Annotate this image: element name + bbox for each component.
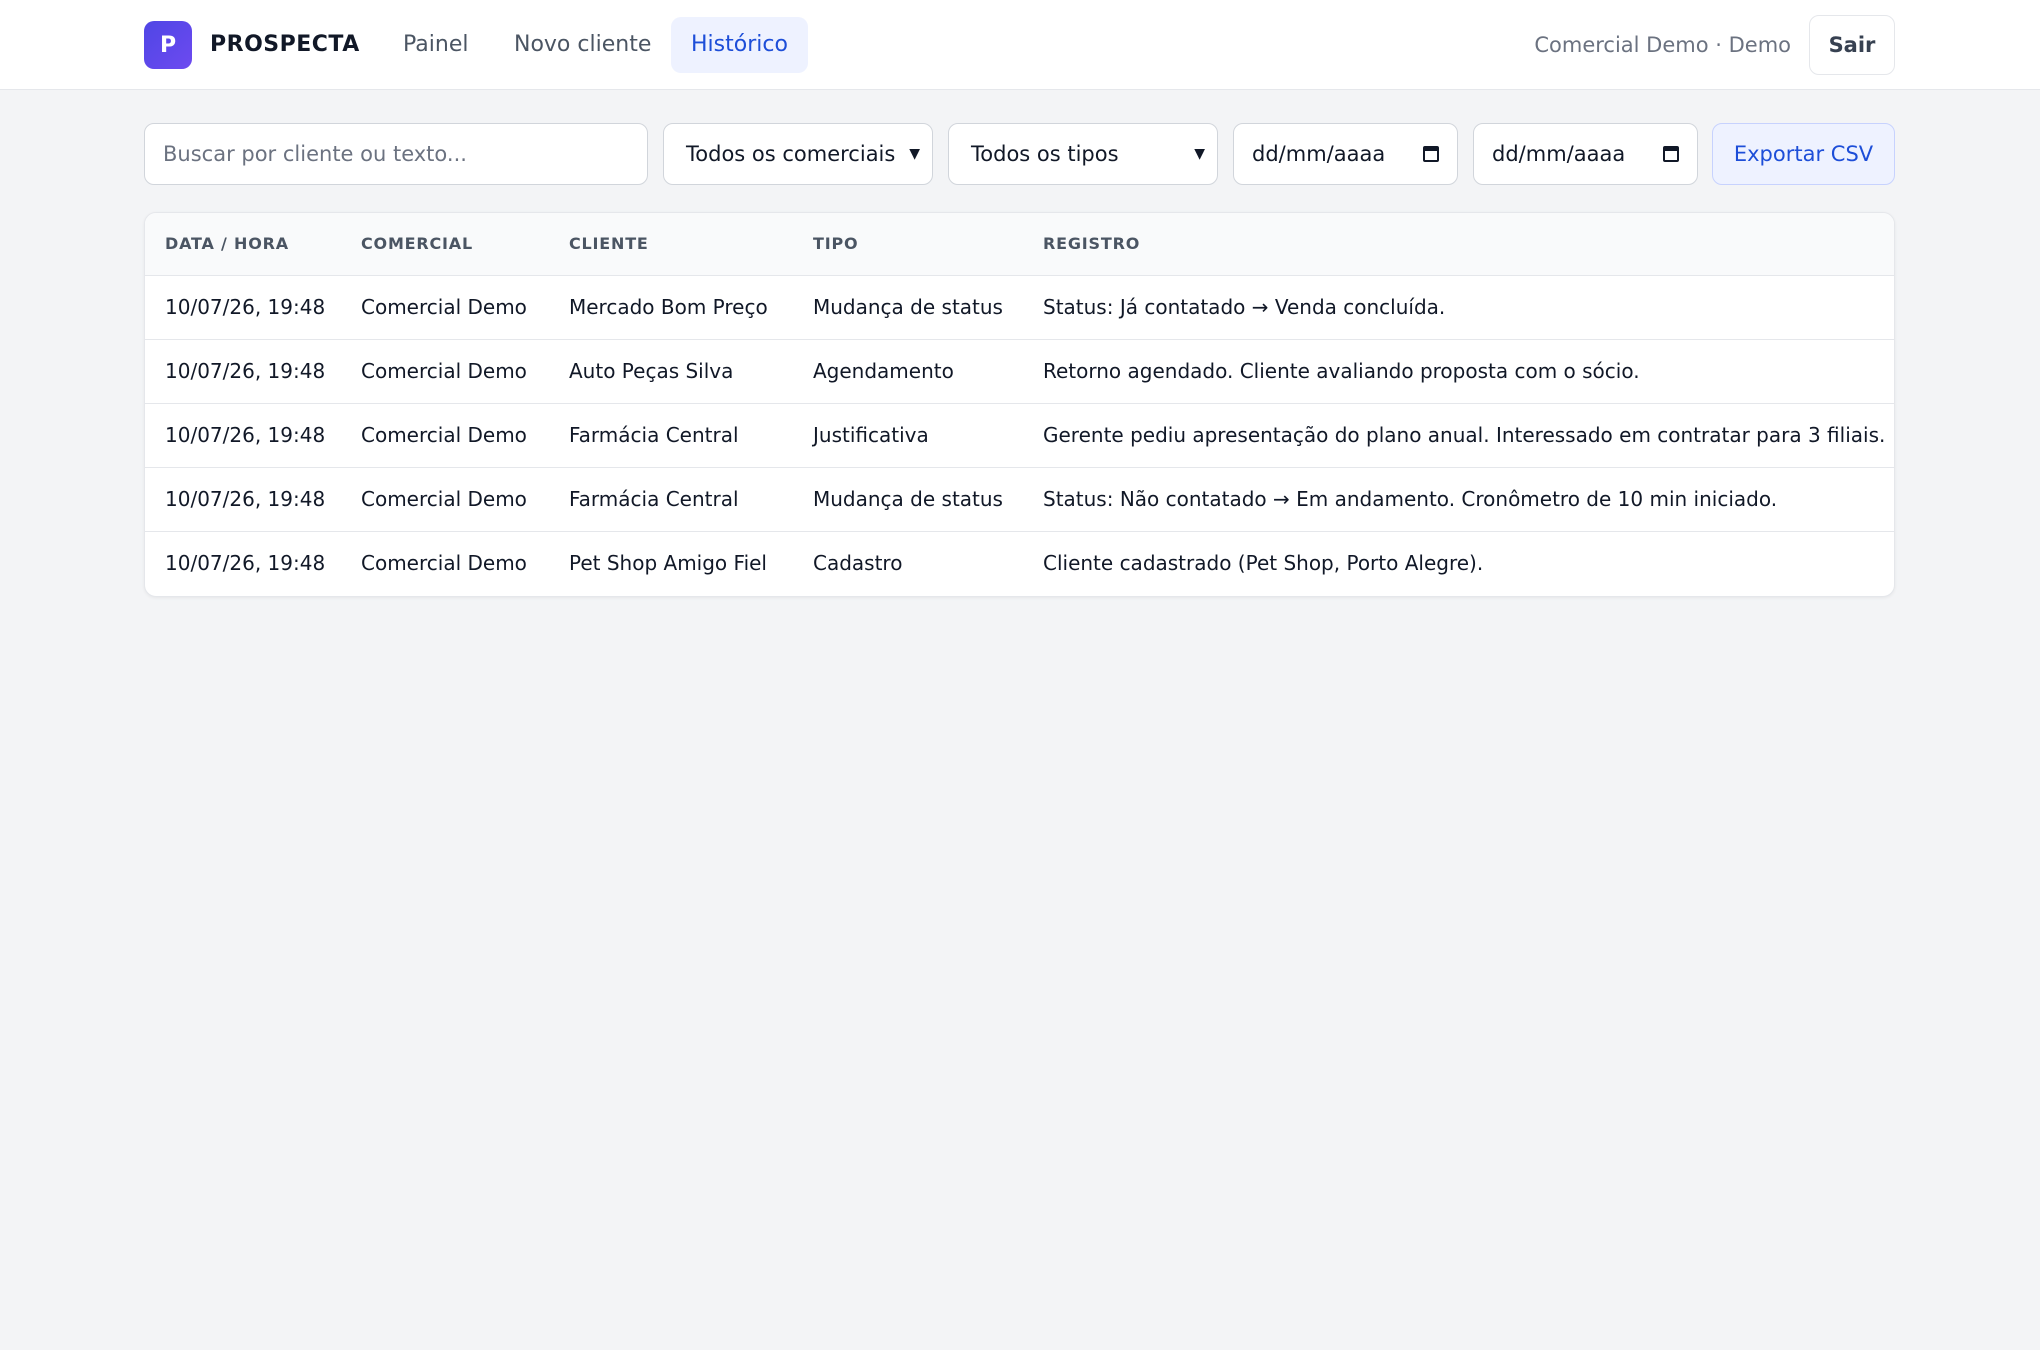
top-navigation-bar: P PROSPECTA Painel Novo cliente Históric…	[0, 0, 2040, 90]
cell-registro: Status: Já contatado → Venda concluída.	[1023, 275, 1894, 340]
calendar-icon[interactable]	[1663, 146, 1679, 162]
nav-link-novo-cliente[interactable]: Novo cliente	[494, 17, 671, 73]
cell-cliente: Farmácia Central	[549, 467, 793, 532]
date-from-input[interactable]: dd/mm/aaaa	[1233, 123, 1458, 185]
column-header-registro: REGISTRO	[1023, 213, 1894, 276]
cell-comercial: Comercial Demo	[341, 275, 549, 340]
cell-registro: Status: Não contatado → Em andamento. Cr…	[1023, 467, 1894, 532]
cell-data-hora: 10/07/26, 19:48	[165, 551, 326, 576]
cell-comercial: Comercial Demo	[341, 339, 549, 404]
column-header-cliente: CLIENTE	[549, 213, 793, 276]
brand-name: PROSPECTA	[210, 32, 360, 57]
cell-data-hora: 10/07/26, 19:48	[145, 403, 341, 468]
cell-tipo: Cadastro	[813, 551, 903, 576]
nav-link-historico[interactable]: Histórico	[671, 17, 808, 73]
cell-cliente: Farmácia Central	[549, 403, 793, 468]
current-user-label: Comercial Demo · Demo	[1534, 33, 1791, 57]
calendar-icon[interactable]	[1423, 146, 1439, 162]
nav-link-painel[interactable]: Painel	[383, 17, 488, 73]
cell-comercial: Comercial Demo	[341, 403, 549, 468]
cell-comercial: Comercial Demo	[361, 551, 527, 576]
cell-tipo: Justificativa	[793, 403, 1023, 468]
table-row: 10/07/26, 19:48 Comercial Demo Farmácia …	[145, 403, 1894, 468]
table-row: 10/07/26, 19:48 Comercial Demo Auto Peça…	[145, 339, 1894, 404]
cell-registro: Cliente cadastrado (Pet Shop, Porto Aleg…	[1043, 551, 1484, 576]
tipo-select[interactable]: Todos os tipos ▼	[948, 123, 1218, 185]
search-input[interactable]	[144, 123, 648, 185]
date-to-input[interactable]: dd/mm/aaaa	[1473, 123, 1698, 185]
cell-comercial: Comercial Demo	[341, 467, 549, 532]
cell-registro: Gerente pediu apresentação do plano anua…	[1023, 403, 1894, 468]
cell-cliente: Auto Peças Silva	[549, 339, 793, 404]
table-row: 10/07/26, 19:48 Comercial Demo Mercado B…	[145, 275, 1894, 340]
table-row: 10/07/26, 19:48 Comercial Demo Farmácia …	[145, 467, 1894, 532]
history-table-card: DATA / HORA COMERCIAL CLIENTE TIPO REGIS…	[144, 212, 1895, 597]
column-header-tipo: TIPO	[793, 213, 1023, 276]
cell-cliente: Mercado Bom Preço	[549, 275, 793, 340]
comercial-select-value: Todos os comerciais	[686, 142, 896, 166]
comercial-select[interactable]: Todos os comerciais ▼	[663, 123, 933, 185]
cell-data-hora: 10/07/26, 19:48	[145, 467, 341, 532]
column-header-comercial: COMERCIAL	[341, 213, 549, 276]
cell-registro: Retorno agendado. Cliente avaliando prop…	[1023, 339, 1894, 404]
export-csv-button[interactable]: Exportar CSV	[1712, 123, 1895, 185]
tipo-select-value: Todos os tipos	[971, 142, 1119, 166]
date-to-placeholder: dd/mm/aaaa	[1492, 142, 1626, 166]
column-header-data-hora: DATA / HORA	[145, 213, 341, 276]
table-header-row: DATA / HORA COMERCIAL CLIENTE TIPO REGIS…	[145, 213, 1894, 276]
cell-tipo: Mudança de status	[793, 467, 1023, 532]
cell-data-hora: 10/07/26, 19:48	[145, 339, 341, 404]
cell-cliente: Pet Shop Amigo Fiel	[569, 551, 767, 576]
logout-button[interactable]: Sair	[1809, 15, 1895, 75]
cell-data-hora: 10/07/26, 19:48	[145, 275, 341, 340]
brand-logo-icon[interactable]: P	[144, 21, 192, 69]
cell-tipo: Agendamento	[793, 339, 1023, 404]
chevron-down-icon: ▼	[1194, 146, 1205, 162]
date-from-placeholder: dd/mm/aaaa	[1252, 142, 1386, 166]
cell-tipo: Mudança de status	[793, 275, 1023, 340]
history-table: DATA / HORA COMERCIAL CLIENTE TIPO REGIS…	[145, 213, 1894, 595]
table-row: 10/07/26, 19:48 Comercial Demo Pet Shop …	[145, 531, 1894, 595]
chevron-down-icon: ▼	[909, 146, 920, 162]
